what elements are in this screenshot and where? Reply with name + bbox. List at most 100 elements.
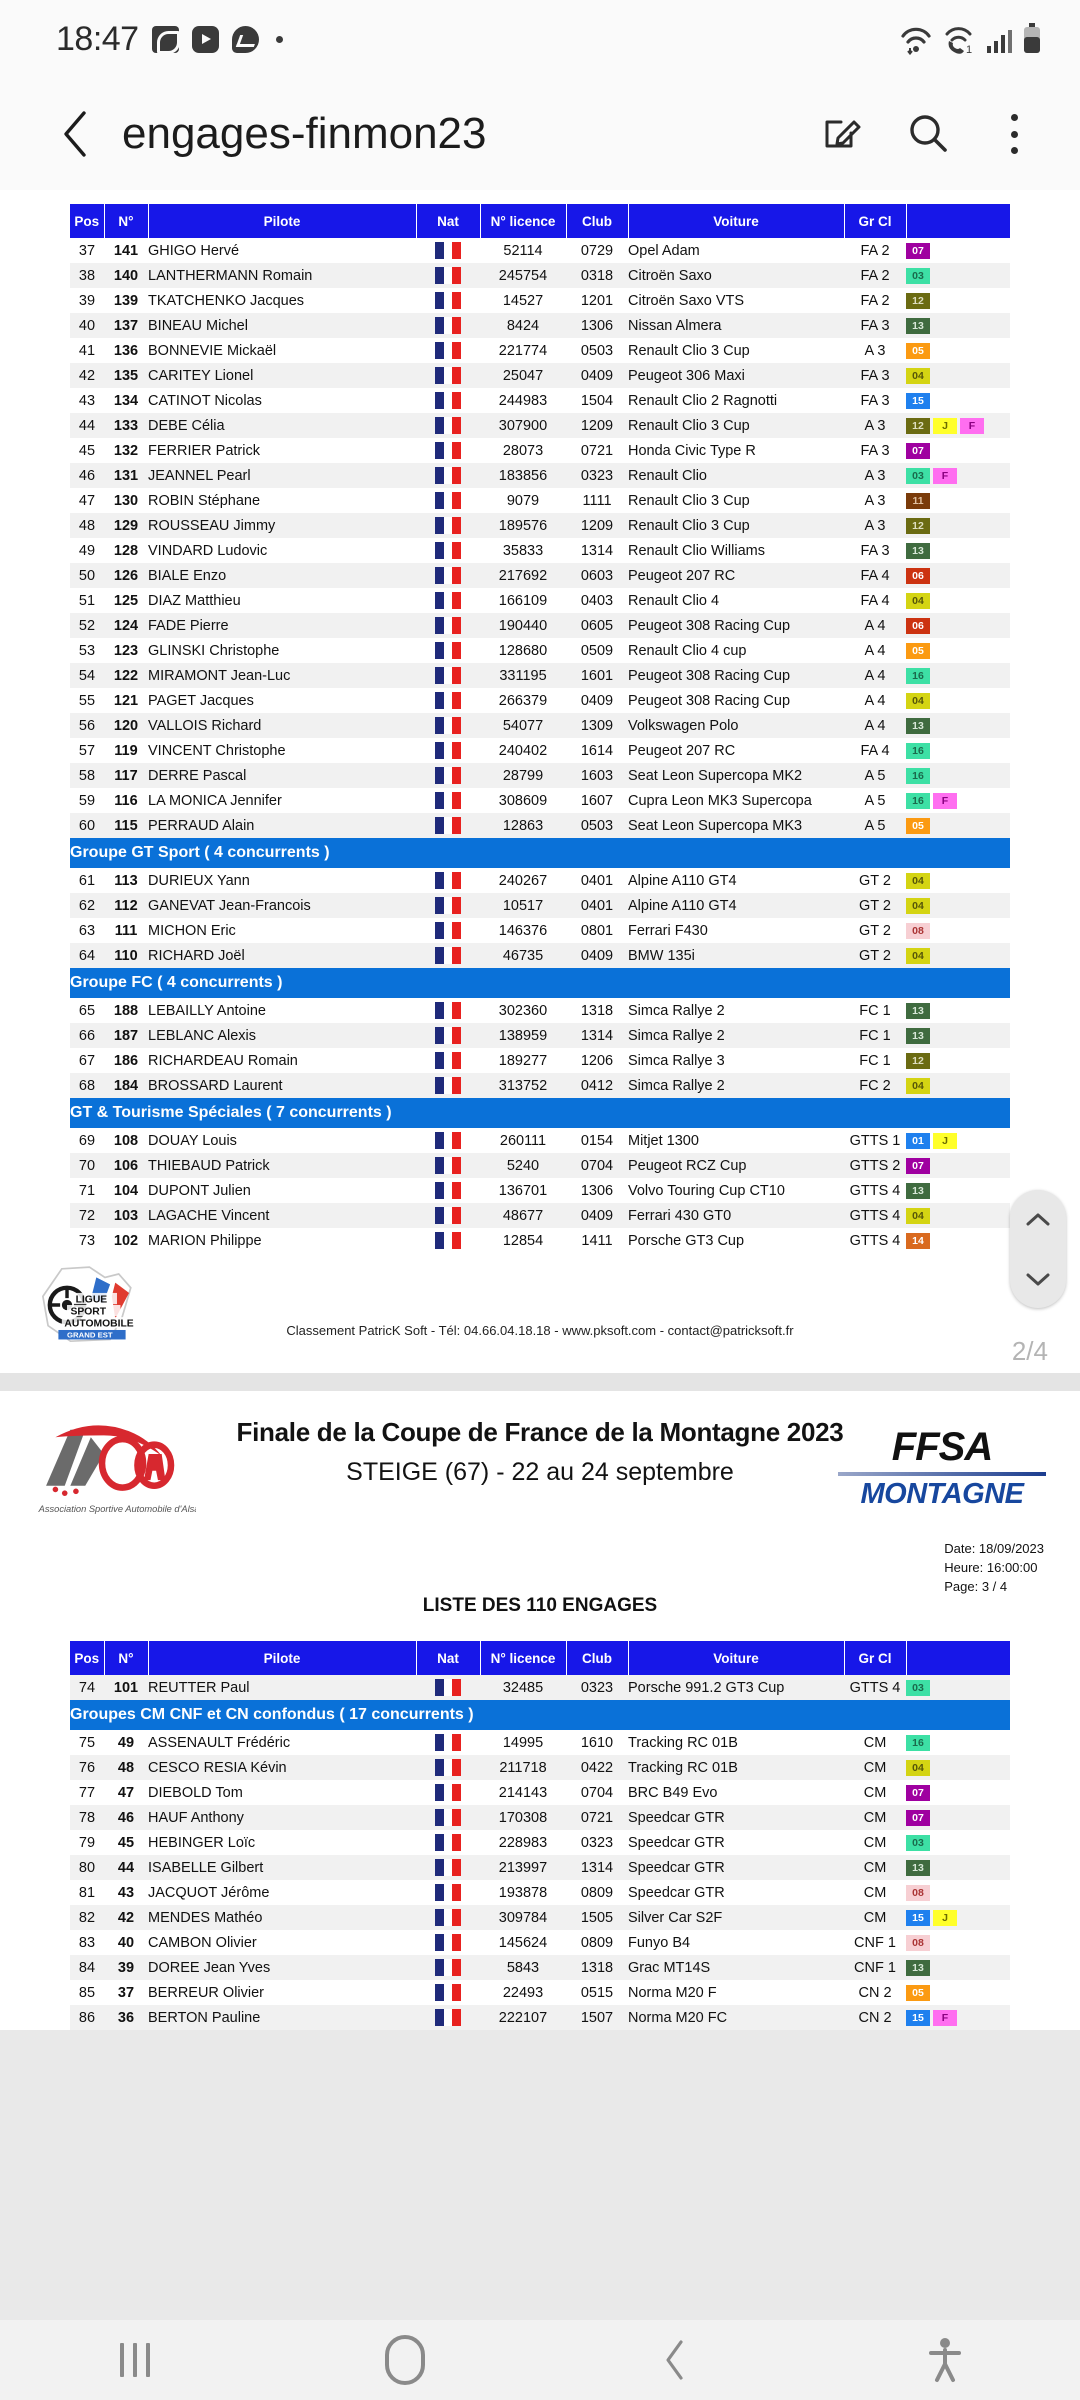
table-row[interactable]: 69 108 DOUAY Louis 260111 0154 Mitjet 1300 GTT… [70,1128,1010,1153]
table-row[interactable]: 63 111 MICHON Eric 146376 0801 Ferrari F430 GT… [70,918,1010,943]
cell-num: 134 [104,388,148,413]
cell-badges: 01 J [906,1128,1010,1153]
nav-back-button[interactable] [640,2332,710,2388]
table-row[interactable]: 37 141 GHIGO Hervé 52114 0729 Opel Adam FA 2 07 [70,238,1010,263]
signal-bars-icon [987,30,1012,53]
table-row[interactable]: 80 44 ISABELLE Gilbert 213997 1314 Speedcar G… [70,1855,1010,1880]
table-row[interactable]: 58 117 DERRE Pascal 28799 1603 Seat Leon Supe… [70,763,1010,788]
scroll-up-button[interactable] [1016,1195,1060,1245]
cell-grcl: A 4 [844,713,906,738]
table-row[interactable]: 68 184 BROSSARD Laurent 313752 0412 Simca Ral… [70,1073,1010,1098]
cell-badges: 08 [906,918,1010,943]
table-row[interactable]: 52 124 FADE Pierre 190440 0605 Peugeot 308 Ra… [70,613,1010,638]
scroll-down-button[interactable] [1016,1254,1060,1304]
french-flag-icon [435,567,461,584]
table-row[interactable]: 49 128 VINDARD Ludovic 35833 1314 Renault Cli… [70,538,1010,563]
table-row[interactable]: 46 131 JEANNEL Pearl 183856 0323 Renault Clio… [70,463,1010,488]
table-row[interactable]: 44 133 DEBE Célia 307900 1209 Renault Clio 3 … [70,413,1010,438]
cell-grcl: GT 2 [844,943,906,968]
table-row[interactable]: 72 103 LAGACHE Vincent 48677 0409 Ferrari 430… [70,1203,1010,1228]
table-row[interactable]: 78 46 HAUF Anthony 170308 0721 Speedcar GTR CM… [70,1805,1010,1830]
document-viewer[interactable]: Pos N° Pilote Nat N° licence Club Voitur… [0,190,1080,2320]
table-row[interactable]: 57 119 VINCENT Christophe 240402 1614 Peugeot… [70,738,1010,763]
table-row[interactable]: 73 102 MARION Philippe 12854 1411 Porsche GT3… [70,1228,1010,1253]
table-row[interactable]: 70 106 THIEBAUD Patrick 5240 0704 Peugeot RCZ… [70,1153,1010,1178]
cell-pos: 51 [70,588,104,613]
table-row[interactable]: 66 187 LEBLANC Alexis 138959 1314 Simca Rally… [70,1023,1010,1048]
table-row[interactable]: 77 47 DIEBOLD Tom 214143 0704 BRC B49 Evo CM 07 [70,1780,1010,1805]
table-row[interactable]: 48 129 ROUSSEAU Jimmy 189576 1209 Renault Cli… [70,513,1010,538]
table-row[interactable]: 38 140 LANTHERMANN Romain 245754 0318 Citroën… [70,263,1010,288]
class-badge: 12 [906,417,930,434]
search-button[interactable] [904,110,952,158]
page3-header: Association Sportive Automobile d'Alsace… [0,1391,1080,1594]
cell-grcl: FA 4 [844,588,906,613]
header-grcl: Gr Cl [844,1641,907,1675]
cell-voiture: Renault Clio 3 Cup [628,488,844,513]
overflow-menu-button[interactable] [990,110,1038,158]
french-flag-icon [435,342,461,359]
outlook-icon [151,25,180,54]
scroll-jump-controls[interactable] [1010,1190,1066,1308]
cell-nat [416,463,480,488]
table-row[interactable]: 84 39 DOREE Jean Yves 5843 1318 Grac MT14S CNF… [70,1955,1010,1980]
table-row[interactable]: 82 42 MENDES Mathéo 309784 1505 Silver Car S2… [70,1905,1010,1930]
table-row[interactable]: 55 121 PAGET Jacques 266379 0409 Peugeot 308 … [70,688,1010,713]
cell-club: 0509 [566,638,628,663]
table-row[interactable]: 86 36 BERTON Pauline 222107 1507 Norma M20 FC… [70,2005,1010,2030]
table-row[interactable]: 81 43 JACQUOT Jérôme 193878 0809 Speedcar GTR… [70,1880,1010,1905]
cell-badges: 12 [906,288,1010,313]
table-row[interactable]: 74 101 REUTTER Paul 32485 0323 Porsche 991.2 … [70,1675,1010,1700]
table-row[interactable]: 50 126 BIALE Enzo 217692 0603 Peugeot 207 RC F… [70,563,1010,588]
table-row[interactable]: 65 188 LEBAILLY Antoine 302360 1318 Simca Ral… [70,998,1010,1023]
cell-pilote: CAMBON Olivier [148,1930,416,1955]
class-badge: 13 [906,1959,930,1976]
cell-licence: 244983 [480,388,566,413]
table-row[interactable]: 76 48 CESCO RESIA Kévin 211718 0422 Tracking … [70,1755,1010,1780]
table-row[interactable]: 85 37 BERREUR Olivier 22493 0515 Norma M20 FC… [70,1980,1010,2005]
cell-grcl: A 4 [844,638,906,663]
class-badge: 06 [906,617,930,634]
cell-num: 46 [104,1805,148,1830]
table-row[interactable]: 53 123 GLINSKI Christophe 128680 0509 Renault… [70,638,1010,663]
home-button[interactable] [370,2332,440,2388]
table-row[interactable]: 40 137 BINEAU Michel 8424 1306 Nissan Almera F… [70,313,1010,338]
cell-club: 1206 [566,1048,628,1073]
recents-button[interactable] [100,2332,170,2388]
table-row[interactable]: 62 112 GANEVAT Jean-Francois 10517 0401 Alpin… [70,893,1010,918]
cell-badges: 07 [906,438,1010,463]
cell-pos: 69 [70,1128,104,1153]
table-row[interactable]: 43 134 CATINOT Nicolas 244983 1504 Renault Cl… [70,388,1010,413]
table-row[interactable]: 75 49 ASSENAULT Frédéric 14995 1610 Tracking … [70,1730,1010,1755]
group-cm-cnf-cn: Groupes CM CNF et CN confondus ( 17 conc… [70,1700,1010,2030]
cell-grcl: A 3 [844,413,906,438]
cell-club: 1504 [566,388,628,413]
cell-pilote: CESCO RESIA Kévin [148,1755,416,1780]
table-row[interactable]: 41 136 BONNEVIE Mickaël 221774 0503 Renault C… [70,338,1010,363]
table-row[interactable]: 59 116 LA MONICA Jennifer 308609 1607 Cupra L… [70,788,1010,813]
cell-pilote: BINEAU Michel [148,313,416,338]
table-row[interactable]: 51 125 DIAZ Matthieu 166109 0403 Renault Clio… [70,588,1010,613]
back-button[interactable] [48,106,104,162]
table-row[interactable]: 39 139 TKATCHENKO Jacques 14527 1201 Citroën … [70,288,1010,313]
edit-button[interactable] [818,110,866,158]
cell-nat [416,1805,480,1830]
cell-grcl: FC 2 [844,1073,906,1098]
table-row[interactable]: 79 45 HEBINGER Loïc 228983 0323 Speedcar GTR C… [70,1830,1010,1855]
table-row[interactable]: 45 132 FERRIER Patrick 28073 0721 Honda Civic… [70,438,1010,463]
accessibility-button[interactable] [910,2332,980,2388]
cell-club: 1610 [566,1730,628,1755]
table-row[interactable]: 56 120 VALLOIS Richard 54077 1309 Volkswagen … [70,713,1010,738]
table-row[interactable]: 54 122 MIRAMONT Jean-Luc 331195 1601 Peugeot … [70,663,1010,688]
table-row[interactable]: 60 115 PERRAUD Alain 12863 0503 Seat Leon Sup… [70,813,1010,838]
cell-grcl: A 3 [844,338,906,363]
table-row[interactable]: 67 186 RICHARDEAU Romain 189277 1206 Simca Ra… [70,1048,1010,1073]
table-row[interactable]: 71 104 DUPONT Julien 136701 1306 Volvo Tourin… [70,1178,1010,1203]
table-row[interactable]: 42 135 CARITEY Lionel 25047 0409 Peugeot 306 … [70,363,1010,388]
table-row[interactable]: 61 113 DURIEUX Yann 240267 0401 Alpine A110 G… [70,868,1010,893]
table-row[interactable]: 64 110 RICHARD Joël 46735 0409 BMW 135i GT 2 04 [70,943,1010,968]
french-flag-icon [435,267,461,284]
table-row[interactable]: 83 40 CAMBON Olivier 145624 0809 Funyo B4 CNF … [70,1930,1010,1955]
table-row[interactable]: 47 130 ROBIN Stéphane 9079 1111 Renault Clio … [70,488,1010,513]
cell-licence: 193878 [480,1880,566,1905]
